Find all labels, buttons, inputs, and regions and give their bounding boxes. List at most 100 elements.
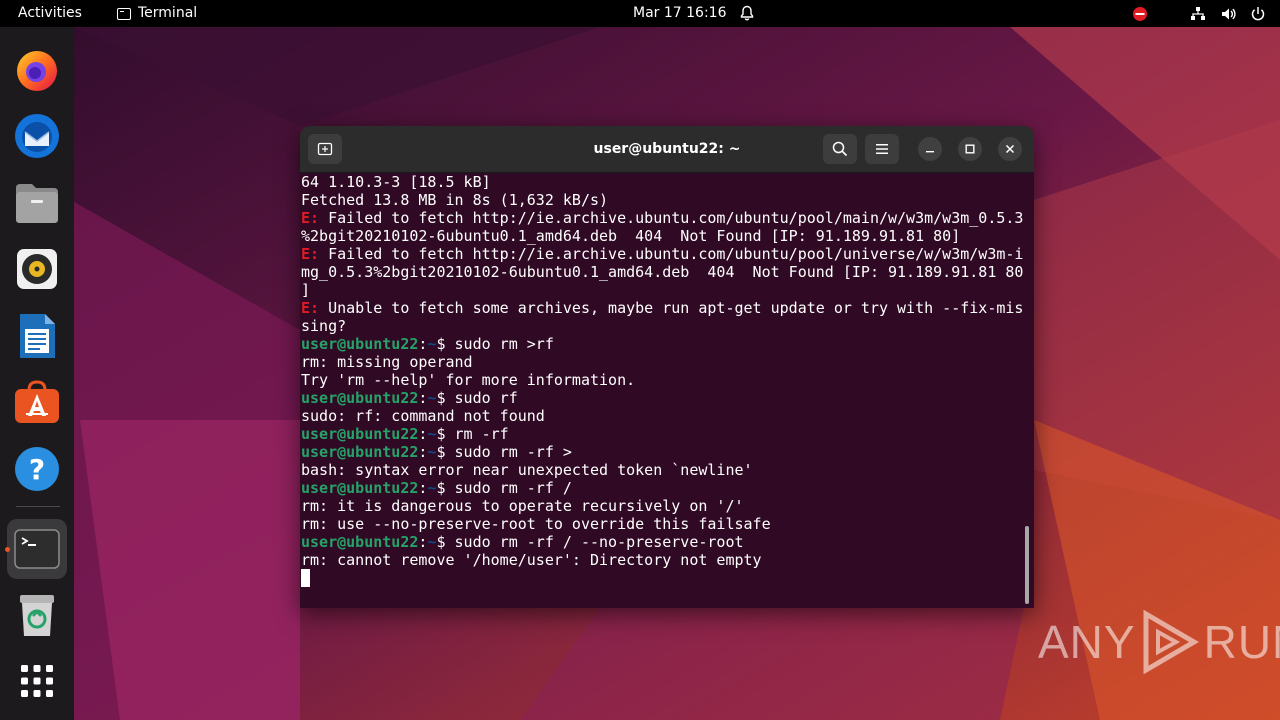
- anyrun-watermark: ANY RUN: [1038, 607, 1280, 677]
- search-icon: [832, 141, 848, 157]
- app-menu-label: Terminal: [138, 5, 198, 21]
- system-tray[interactable]: [1132, 0, 1266, 27]
- dock-item-show-apps[interactable]: [7, 651, 67, 711]
- terminal-line: bash: syntax error near unexpected token…: [301, 461, 1021, 479]
- minimize-icon: [926, 151, 934, 153]
- menu-button[interactable]: [865, 134, 899, 164]
- terminal-line: user@ubuntu22:~$ sudo rm -rf >: [301, 443, 1021, 461]
- terminal-text: Failed to fetch http://ie.archive.ubuntu…: [319, 245, 1024, 263]
- terminal-text: Failed to fetch http://ie.archive.ubuntu…: [319, 209, 1024, 227]
- dock-item-thunderbird[interactable]: [7, 106, 67, 166]
- terminal-line: 64 1.10.3-3 [18.5 kB]: [301, 173, 1021, 191]
- terminal-text: $ sudo rm >rf: [436, 335, 554, 353]
- terminal-text: rm: use --no-preserve-root to override t…: [301, 515, 771, 533]
- prompt-user: user@ubuntu22: [301, 425, 419, 443]
- do-not-disturb-icon[interactable]: [1132, 6, 1148, 22]
- help-icon: ?: [15, 447, 59, 491]
- terminal-line: E: Failed to fetch http://ie.archive.ubu…: [301, 209, 1024, 227]
- terminal-text: $ sudo rm -rf >: [436, 443, 572, 461]
- prompt-user: user@ubuntu22: [301, 479, 419, 497]
- terminal-text: Fetched 13.8 MB in 8s (1,632 kB/s): [301, 191, 609, 209]
- dock-item-rhythmbox[interactable]: [7, 239, 67, 299]
- dock-item-files[interactable]: [7, 173, 67, 233]
- terminal-output[interactable]: 64 1.10.3-3 [18.5 kB] Fetched 13.8 MB in …: [301, 173, 1024, 603]
- dock-item-firefox[interactable]: [7, 40, 67, 100]
- thunderbird-icon: [15, 114, 59, 158]
- error-prefix: E:: [301, 299, 320, 317]
- dock-item-writer[interactable]: [7, 306, 67, 366]
- terminal-line: user@ubuntu22:~$ sudo rm >rf: [301, 335, 1021, 353]
- terminal-line: sing?: [301, 317, 1021, 335]
- terminal-line: rm: missing operand: [301, 353, 1021, 371]
- terminal-line: sudo: rf: command not found: [301, 407, 1021, 425]
- terminal-window[interactable]: user@ubuntu22: ~ 64 1.10.3-3 [18.5 kB] Fe…: [300, 126, 1034, 608]
- terminal-line: Fetched 13.8 MB in 8s (1,632 kB/s): [301, 191, 1021, 209]
- trash-icon: [20, 595, 54, 636]
- prompt-user: user@ubuntu22: [301, 389, 419, 407]
- notification-bell-icon[interactable]: [739, 5, 755, 21]
- maximize-button[interactable]: [958, 137, 982, 161]
- show-apps-icon: [21, 665, 53, 697]
- firefox-icon: [17, 51, 57, 91]
- terminal-line: E: Unable to fetch some archives, maybe …: [301, 299, 1023, 317]
- terminal-line: user@ubuntu22:~$ sudo rf: [301, 389, 1021, 407]
- terminal-line: rm: cannot remove '/home/user': Director…: [301, 551, 1021, 569]
- terminal-text: $ sudo rm -rf /: [436, 479, 572, 497]
- error-prefix: E:: [301, 245, 320, 263]
- prompt-user: user@ubuntu22: [301, 533, 419, 551]
- terminal-line: user@ubuntu22:~$ sudo rm -rf / --no-pres…: [301, 533, 1021, 551]
- terminal-text: rm: it is dangerous to operate recursive…: [301, 497, 744, 515]
- terminal-line: E: Failed to fetch http://ie.archive.ubu…: [301, 245, 1024, 263]
- terminal-headerbar[interactable]: user@ubuntu22: ~: [300, 126, 1034, 173]
- network-wired-icon[interactable]: [1190, 6, 1206, 22]
- terminal-line: rm: it is dangerous to operate recursive…: [301, 497, 1021, 515]
- activities-button[interactable]: Activities: [18, 0, 82, 27]
- terminal-app-icon: [117, 7, 131, 20]
- search-button[interactable]: [823, 134, 857, 164]
- svg-text:?: ?: [29, 453, 45, 486]
- clock-button[interactable]: Mar 17 16:16: [633, 0, 726, 27]
- running-indicator: [5, 547, 10, 552]
- dock: ?: [0, 27, 74, 720]
- terminal-text: rm: missing operand: [301, 353, 473, 371]
- terminal-scrollbar[interactable]: [1025, 526, 1029, 604]
- dock-item-app-center[interactable]: [7, 372, 67, 432]
- terminal-line: mg_0.5.3%2bgit20210102-6ubuntu0.1_amd64.…: [301, 263, 1024, 281]
- terminal-text: $ sudo rm -rf / --no-preserve-root: [436, 533, 744, 551]
- terminal-line: user@ubuntu22:~$ sudo rm -rf /: [301, 479, 1021, 497]
- volume-icon[interactable]: [1220, 6, 1236, 22]
- terminal-line: rm: use --no-preserve-root to override t…: [301, 515, 1021, 533]
- libreoffice-writer-icon: [20, 314, 55, 358]
- prompt-user: user@ubuntu22: [301, 443, 419, 461]
- top-bar: Activities Terminal Mar 17 16:16: [0, 0, 1280, 27]
- terminal-text: sing?: [301, 317, 347, 335]
- files-icon: [16, 184, 58, 223]
- close-button[interactable]: [998, 137, 1022, 161]
- terminal-text: 64 1.10.3-3 [18.5 kB]: [301, 173, 491, 191]
- prompt-user: user@ubuntu22: [301, 335, 419, 353]
- minimize-button[interactable]: [918, 137, 942, 161]
- text-cursor: [301, 569, 310, 587]
- terminal-text: mg_0.5.3%2bgit20210102-6ubuntu0.1_amd64.…: [301, 263, 1024, 281]
- dock-separator: [16, 506, 60, 507]
- terminal-text: bash: syntax error near unexpected token…: [301, 461, 753, 479]
- hamburger-menu-icon: [876, 144, 888, 154]
- terminal-line: [301, 569, 1021, 587]
- dock-item-trash[interactable]: [7, 585, 67, 645]
- terminal-text: $ rm -rf: [436, 425, 509, 443]
- terminal-line: %2bgit20210102-6ubuntu0.1_amd64.deb 404 …: [301, 227, 1021, 245]
- app-center-icon: [15, 380, 59, 423]
- rhythmbox-icon: [17, 249, 57, 289]
- terminal-line: Try 'rm --help' for more information.: [301, 371, 1021, 389]
- terminal-icon: [14, 529, 60, 569]
- power-icon[interactable]: [1250, 6, 1266, 22]
- dock-item-terminal[interactable]: [7, 519, 67, 579]
- app-menu-button[interactable]: Terminal: [117, 0, 197, 27]
- maximize-icon: [965, 144, 975, 154]
- terminal-text: %2bgit20210102-6ubuntu0.1_amd64.deb 404 …: [301, 227, 961, 245]
- terminal-text: $ sudo rf: [436, 389, 518, 407]
- dock-item-help[interactable]: ?: [7, 439, 67, 499]
- error-prefix: E:: [301, 209, 320, 227]
- watermark-left-text: ANY: [1038, 616, 1136, 668]
- terminal-text: Try 'rm --help' for more information.: [301, 371, 636, 389]
